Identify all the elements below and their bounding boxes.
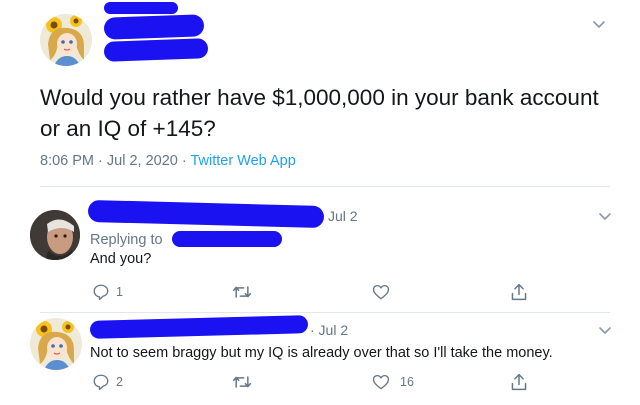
tweet-source[interactable]: Twitter Web App (190, 153, 295, 169)
like-button[interactable]: 16 (372, 373, 414, 391)
reply-icon (93, 374, 109, 391)
heart-icon (372, 374, 390, 390)
share-button[interactable] (510, 372, 528, 392)
like-button[interactable] (372, 283, 390, 301)
share-button[interactable] (510, 282, 528, 302)
heart-icon (372, 284, 390, 300)
reply-button[interactable]: 2 (92, 373, 123, 391)
retweet-button[interactable] (232, 373, 252, 391)
redacted-display-name (103, 14, 205, 40)
reply-avatar[interactable] (30, 210, 80, 260)
share-icon (511, 283, 527, 301)
retweet-icon (232, 286, 252, 298)
reply-icon (93, 284, 109, 301)
tweet-timestamp: 8:06 PM · Jul 2, 2020 · Twitter Web App (40, 153, 296, 169)
chevron-down-icon[interactable] (592, 20, 606, 30)
redacted-handle (103, 38, 209, 62)
author-avatar[interactable] (40, 14, 92, 66)
replying-to-label: Replying to (90, 232, 163, 248)
redacted-display-name (89, 315, 309, 339)
chevron-down-icon[interactable] (598, 326, 612, 336)
like-count: 16 (400, 375, 414, 389)
reply-button[interactable]: 1 (92, 283, 123, 301)
reply-date[interactable]: Jul 2 (328, 208, 358, 224)
reply-date[interactable]: · Jul 2 (310, 322, 348, 338)
share-icon (511, 373, 527, 391)
retweet-icon (232, 376, 252, 388)
reply-text: And you? (90, 251, 152, 267)
divider (40, 186, 610, 187)
redacted-display-name (87, 199, 325, 229)
redacted-mention (172, 231, 282, 247)
redacted-display-name (104, 2, 178, 14)
reply-count: 1 (116, 285, 123, 299)
reply-count: 2 (116, 375, 123, 389)
tweet-text-line: Would you rather have $1,000,000 in your… (40, 85, 599, 110)
tweet-time[interactable]: 8:06 PM · Jul 2, 2020 · (40, 153, 190, 169)
divider (40, 312, 610, 313)
tweet-text-line: or an IQ of +145? (40, 116, 216, 141)
reply-avatar[interactable] (30, 318, 82, 370)
reply-text: Not to seem braggy but my IQ is already … (90, 345, 553, 361)
chevron-down-icon[interactable] (598, 212, 612, 222)
retweet-button[interactable] (232, 283, 252, 301)
